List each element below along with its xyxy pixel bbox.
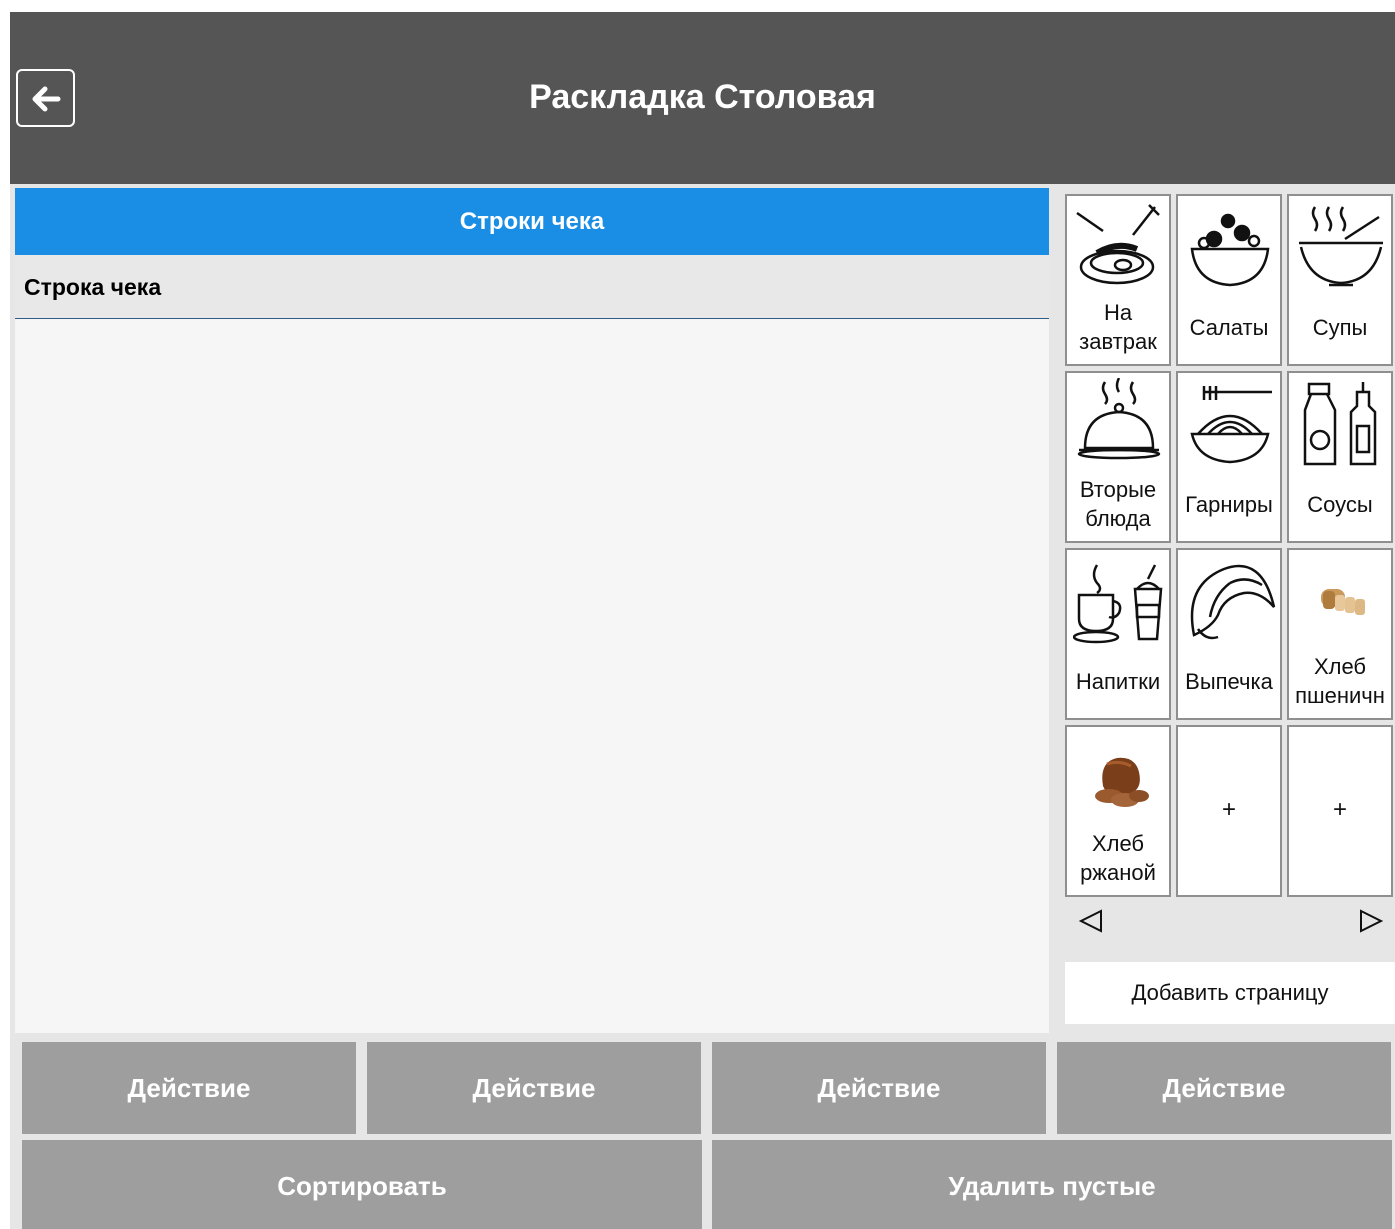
triangle-right-icon[interactable] bbox=[1355, 906, 1385, 936]
delete-empty-button[interactable]: Удалить пустые bbox=[712, 1140, 1392, 1229]
sauce-bottles-icon bbox=[1303, 382, 1377, 466]
tile-sides[interactable]: Гарниры bbox=[1176, 371, 1282, 543]
action-button[interactable]: Действие bbox=[1057, 1042, 1391, 1134]
soup-bowl-icon bbox=[1299, 206, 1383, 287]
rye-bread-icon bbox=[1095, 757, 1149, 807]
tile-label: На завтрак bbox=[1079, 300, 1157, 354]
tile-add-item[interactable]: + bbox=[1287, 725, 1393, 897]
receipt-lines-header: Строки чека bbox=[15, 188, 1049, 255]
pasta-bowl-icon bbox=[1190, 386, 1272, 464]
tile-soups[interactable]: Супы bbox=[1287, 194, 1393, 366]
page-title: Раскладка Столовая bbox=[529, 78, 876, 116]
tile-label: Гарниры bbox=[1185, 492, 1273, 517]
tile-label: Хлеб пшеничн bbox=[1295, 654, 1385, 708]
tile-label: Напитки bbox=[1075, 669, 1161, 694]
salad-bowl-icon bbox=[1190, 213, 1270, 287]
top-bar: Раскладка Столовая bbox=[10, 12, 1395, 184]
tile-label: Соусы bbox=[1307, 492, 1373, 517]
drinks-icon bbox=[1073, 564, 1163, 644]
tile-label: Вторые блюда bbox=[1079, 477, 1157, 531]
croissant-icon bbox=[1190, 564, 1276, 640]
action-button[interactable]: Действие bbox=[22, 1042, 356, 1134]
tile-rye-bread[interactable]: Хлеб ржаной bbox=[1065, 725, 1171, 897]
tile-label: + bbox=[1221, 796, 1236, 823]
tile-main-dishes[interactable]: Вторые блюда bbox=[1065, 371, 1171, 543]
tile-label: Хлеб ржаной bbox=[1080, 831, 1156, 885]
tile-sauces[interactable]: Соусы bbox=[1287, 371, 1393, 543]
tile-label: Салаты bbox=[1189, 315, 1269, 340]
tile-label: Выпечка bbox=[1185, 669, 1273, 694]
sort-button[interactable]: Сортировать bbox=[22, 1140, 702, 1229]
add-page-button[interactable]: Добавить страницу bbox=[1065, 962, 1395, 1024]
tile-breakfast[interactable]: На завтрак bbox=[1065, 194, 1171, 366]
action-button[interactable]: Действие bbox=[712, 1042, 1046, 1134]
tile-drinks[interactable]: Напитки bbox=[1065, 548, 1171, 720]
tile-pastry[interactable]: Выпечка bbox=[1176, 548, 1282, 720]
receipt-column-header[interactable]: Строка чека bbox=[15, 255, 1049, 319]
action-button[interactable]: Действие bbox=[367, 1042, 701, 1134]
tile-salads[interactable]: Салаты bbox=[1176, 194, 1282, 366]
tile-label: + bbox=[1332, 796, 1347, 823]
receipt-lines-panel: Строки чека Строка чека bbox=[15, 188, 1049, 1033]
wheat-bread-icon bbox=[1321, 589, 1365, 615]
tile-label: Супы bbox=[1312, 315, 1368, 340]
cloche-icon bbox=[1077, 378, 1161, 460]
breakfast-icon bbox=[1076, 204, 1160, 285]
triangle-left-icon[interactable] bbox=[1077, 906, 1107, 936]
tile-wheat-bread[interactable]: Хлеб пшеничн bbox=[1287, 548, 1393, 720]
tile-add-item[interactable]: + bbox=[1176, 725, 1282, 897]
app-window: Раскладка Столовая Строки чека Строка че… bbox=[10, 12, 1395, 1229]
